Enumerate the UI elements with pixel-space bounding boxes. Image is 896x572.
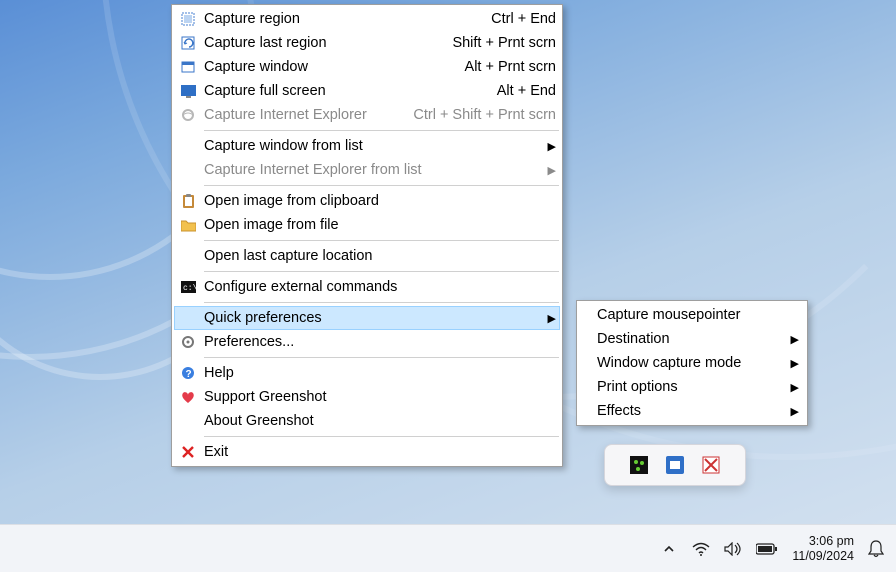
region-icon <box>178 11 198 27</box>
heart-icon <box>178 389 198 405</box>
menu-label: Capture last region <box>204 35 438 51</box>
menu-capture-full-screen[interactable]: Capture full screen Alt + End <box>174 79 560 103</box>
menu-help[interactable]: ? Help <box>174 361 560 385</box>
battery-icon[interactable] <box>756 543 778 555</box>
fullscreen-icon <box>178 83 198 99</box>
window-icon <box>178 59 198 75</box>
submenu-print-options[interactable]: Print options ▶ <box>579 375 805 399</box>
menu-open-clipboard[interactable]: Open image from clipboard <box>174 189 560 213</box>
tray-app-icon-2[interactable] <box>665 455 685 475</box>
menu-label: Preferences... <box>204 334 556 350</box>
submenu-arrow-icon: ▶ <box>787 333 799 346</box>
menu-open-file[interactable]: Open image from file <box>174 213 560 237</box>
menu-label: Capture window <box>204 59 451 75</box>
menu-label: Effects <box>597 403 787 419</box>
menu-label: Open image from file <box>204 217 556 233</box>
tray-overflow-button[interactable] <box>660 540 678 558</box>
submenu-arrow-icon: ▶ <box>787 357 799 370</box>
svg-text:c:\: c:\ <box>183 284 196 293</box>
menu-label: Print options <box>597 379 787 395</box>
menu-label: Capture mousepointer <box>597 307 799 323</box>
menu-label: Capture window from list <box>204 138 544 154</box>
menu-capture-region[interactable]: Capture region Ctrl + End <box>174 7 560 31</box>
terminal-icon: c:\ <box>178 279 198 295</box>
last-region-icon <box>178 35 198 51</box>
menu-capture-last-region[interactable]: Capture last region Shift + Prnt scrn <box>174 31 560 55</box>
volume-icon[interactable] <box>724 542 742 556</box>
menu-label: Configure external commands <box>204 279 556 295</box>
menu-label: Open image from clipboard <box>204 193 556 209</box>
time-text: 3:06 pm <box>792 534 854 548</box>
menu-exit[interactable]: Exit <box>174 440 560 464</box>
menu-separator <box>204 240 559 241</box>
menu-accelerator: Alt + End <box>483 83 556 99</box>
menu-capture-window[interactable]: Capture window Alt + Prnt scrn <box>174 55 560 79</box>
quick-preferences-submenu: Capture mousepointer Destination ▶ Windo… <box>576 300 808 426</box>
menu-accelerator: Shift + Prnt scrn <box>438 35 556 51</box>
menu-separator <box>204 436 559 437</box>
taskbar: 3:06 pm 11/09/2024 <box>0 524 896 572</box>
menu-separator <box>204 185 559 186</box>
submenu-arrow-icon: ▶ <box>787 405 799 418</box>
greenshot-context-menu: Capture region Ctrl + End Capture last r… <box>171 4 563 467</box>
menu-label: Destination <box>597 331 787 347</box>
clipboard-icon <box>178 193 198 209</box>
menu-support[interactable]: Support Greenshot <box>174 385 560 409</box>
menu-open-last-location[interactable]: Open last capture location <box>174 244 560 268</box>
notifications-icon[interactable] <box>868 540 886 558</box>
blank-icon <box>178 310 198 326</box>
menu-label: Capture Internet Explorer <box>204 107 399 123</box>
tray-app-icon-1[interactable] <box>629 455 649 475</box>
menu-preferences[interactable]: Preferences... <box>174 330 560 354</box>
menu-accelerator: Alt + Prnt scrn <box>451 59 556 75</box>
menu-label: About Greenshot <box>204 413 556 429</box>
menu-capture-ie-list: Capture Internet Explorer from list ▶ <box>174 158 560 182</box>
menu-capture-window-list[interactable]: Capture window from list ▶ <box>174 134 560 158</box>
submenu-arrow-icon: ▶ <box>787 381 799 394</box>
close-icon <box>178 444 198 460</box>
menu-accelerator: Ctrl + End <box>477 11 556 27</box>
submenu-arrow-icon: ▶ <box>544 312 556 325</box>
menu-label: Exit <box>204 444 556 460</box>
menu-label: Capture Internet Explorer from list <box>204 162 544 178</box>
menu-separator <box>204 302 559 303</box>
blank-icon <box>178 413 198 429</box>
blank-icon <box>178 248 198 264</box>
tray-app-icon-3[interactable] <box>701 455 721 475</box>
submenu-arrow-icon: ▶ <box>544 140 556 153</box>
submenu-window-capture-mode[interactable]: Window capture mode ▶ <box>579 351 805 375</box>
menu-label: Capture region <box>204 11 477 27</box>
submenu-capture-mousepointer[interactable]: Capture mousepointer <box>579 303 805 327</box>
date-text: 11/09/2024 <box>792 549 854 563</box>
taskbar-clock[interactable]: 3:06 pm 11/09/2024 <box>792 534 854 563</box>
menu-capture-ie: Capture Internet Explorer Ctrl + Shift +… <box>174 103 560 127</box>
menu-label: Help <box>204 365 556 381</box>
menu-label: Quick preferences <box>204 310 544 326</box>
wifi-icon[interactable] <box>692 542 710 556</box>
folder-icon <box>178 217 198 233</box>
gear-icon <box>178 334 198 350</box>
help-icon: ? <box>178 365 198 381</box>
menu-configure-external[interactable]: c:\ Configure external commands <box>174 275 560 299</box>
menu-separator <box>204 357 559 358</box>
menu-label: Window capture mode <box>597 355 787 371</box>
menu-separator <box>204 271 559 272</box>
ie-icon <box>178 107 198 123</box>
tray-overflow-flyout <box>604 444 746 486</box>
submenu-destination[interactable]: Destination ▶ <box>579 327 805 351</box>
menu-separator <box>204 130 559 131</box>
menu-label: Support Greenshot <box>204 389 556 405</box>
submenu-effects[interactable]: Effects ▶ <box>579 399 805 423</box>
blank-icon <box>178 162 198 178</box>
menu-label: Open last capture location <box>204 248 556 264</box>
menu-about[interactable]: About Greenshot <box>174 409 560 433</box>
blank-icon <box>178 138 198 154</box>
menu-accelerator: Ctrl + Shift + Prnt scrn <box>399 107 556 123</box>
menu-quick-preferences[interactable]: Quick preferences ▶ <box>174 306 560 330</box>
menu-label: Capture full screen <box>204 83 483 99</box>
submenu-arrow-icon: ▶ <box>544 164 556 177</box>
svg-text:?: ? <box>186 369 192 380</box>
